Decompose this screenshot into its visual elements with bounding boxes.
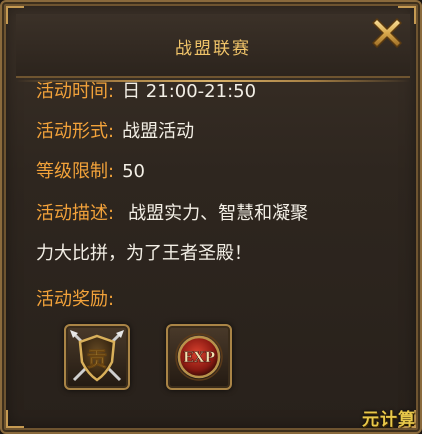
form-label: 活动形式 [36, 121, 108, 142]
svg-text:贡: 贡 [87, 347, 107, 371]
frame-corner-bottom-left [6, 410, 24, 428]
detail-row-time: 活动时间: 日 21:00-21:50 [36, 74, 256, 110]
reward-item-contribution[interactable]: 贡 [64, 324, 130, 390]
level-colon: : [108, 161, 115, 182]
close-button[interactable] [364, 10, 410, 56]
form-value: 战盟活动 [122, 121, 195, 142]
time-colon: : [108, 81, 115, 102]
rewards-label: 活动奖励 [36, 289, 108, 310]
rewards-colon: : [108, 289, 115, 310]
desc-value-line1: 战盟实力、智慧和凝聚 [128, 203, 309, 224]
watermark-text: 元计算 [362, 410, 416, 430]
dialog-title: 战盟联赛 [175, 39, 251, 59]
title-bar: 战盟联赛 [16, 14, 410, 82]
detail-row-level: 等级限制: 50 [36, 154, 145, 190]
svg-text:EXP: EXP [183, 350, 216, 366]
exp-icon: EXP [175, 333, 223, 381]
detail-row-desc-cont: 力大比拼，为了王者圣殿！ [36, 236, 252, 272]
detail-row-desc: 活动描述: 战盟实力、智慧和凝聚 [36, 196, 308, 232]
detail-row-rewards: 活动奖励: [36, 282, 122, 318]
level-label: 等级限制 [36, 161, 108, 182]
close-icon [372, 18, 402, 48]
detail-row-form: 活动形式: 战盟活动 [36, 114, 194, 150]
time-value: 日 21:00-21:50 [122, 81, 257, 102]
desc-colon: : [108, 203, 115, 224]
desc-value-line2: 力大比拼，为了王者圣殿！ [36, 243, 252, 264]
time-label: 活动时间 [36, 81, 108, 102]
contribution-icon: 贡 [70, 330, 124, 382]
desc-label: 活动描述 [36, 203, 108, 224]
event-info-dialog: 战盟联赛 活动时间: 日 21:00-21:50 活动形式: 战盟活动 等级限制: 5… [0, 0, 422, 434]
reward-item-exp[interactable]: EXP [166, 324, 232, 390]
form-colon: : [108, 121, 115, 142]
level-value: 50 [122, 161, 145, 182]
